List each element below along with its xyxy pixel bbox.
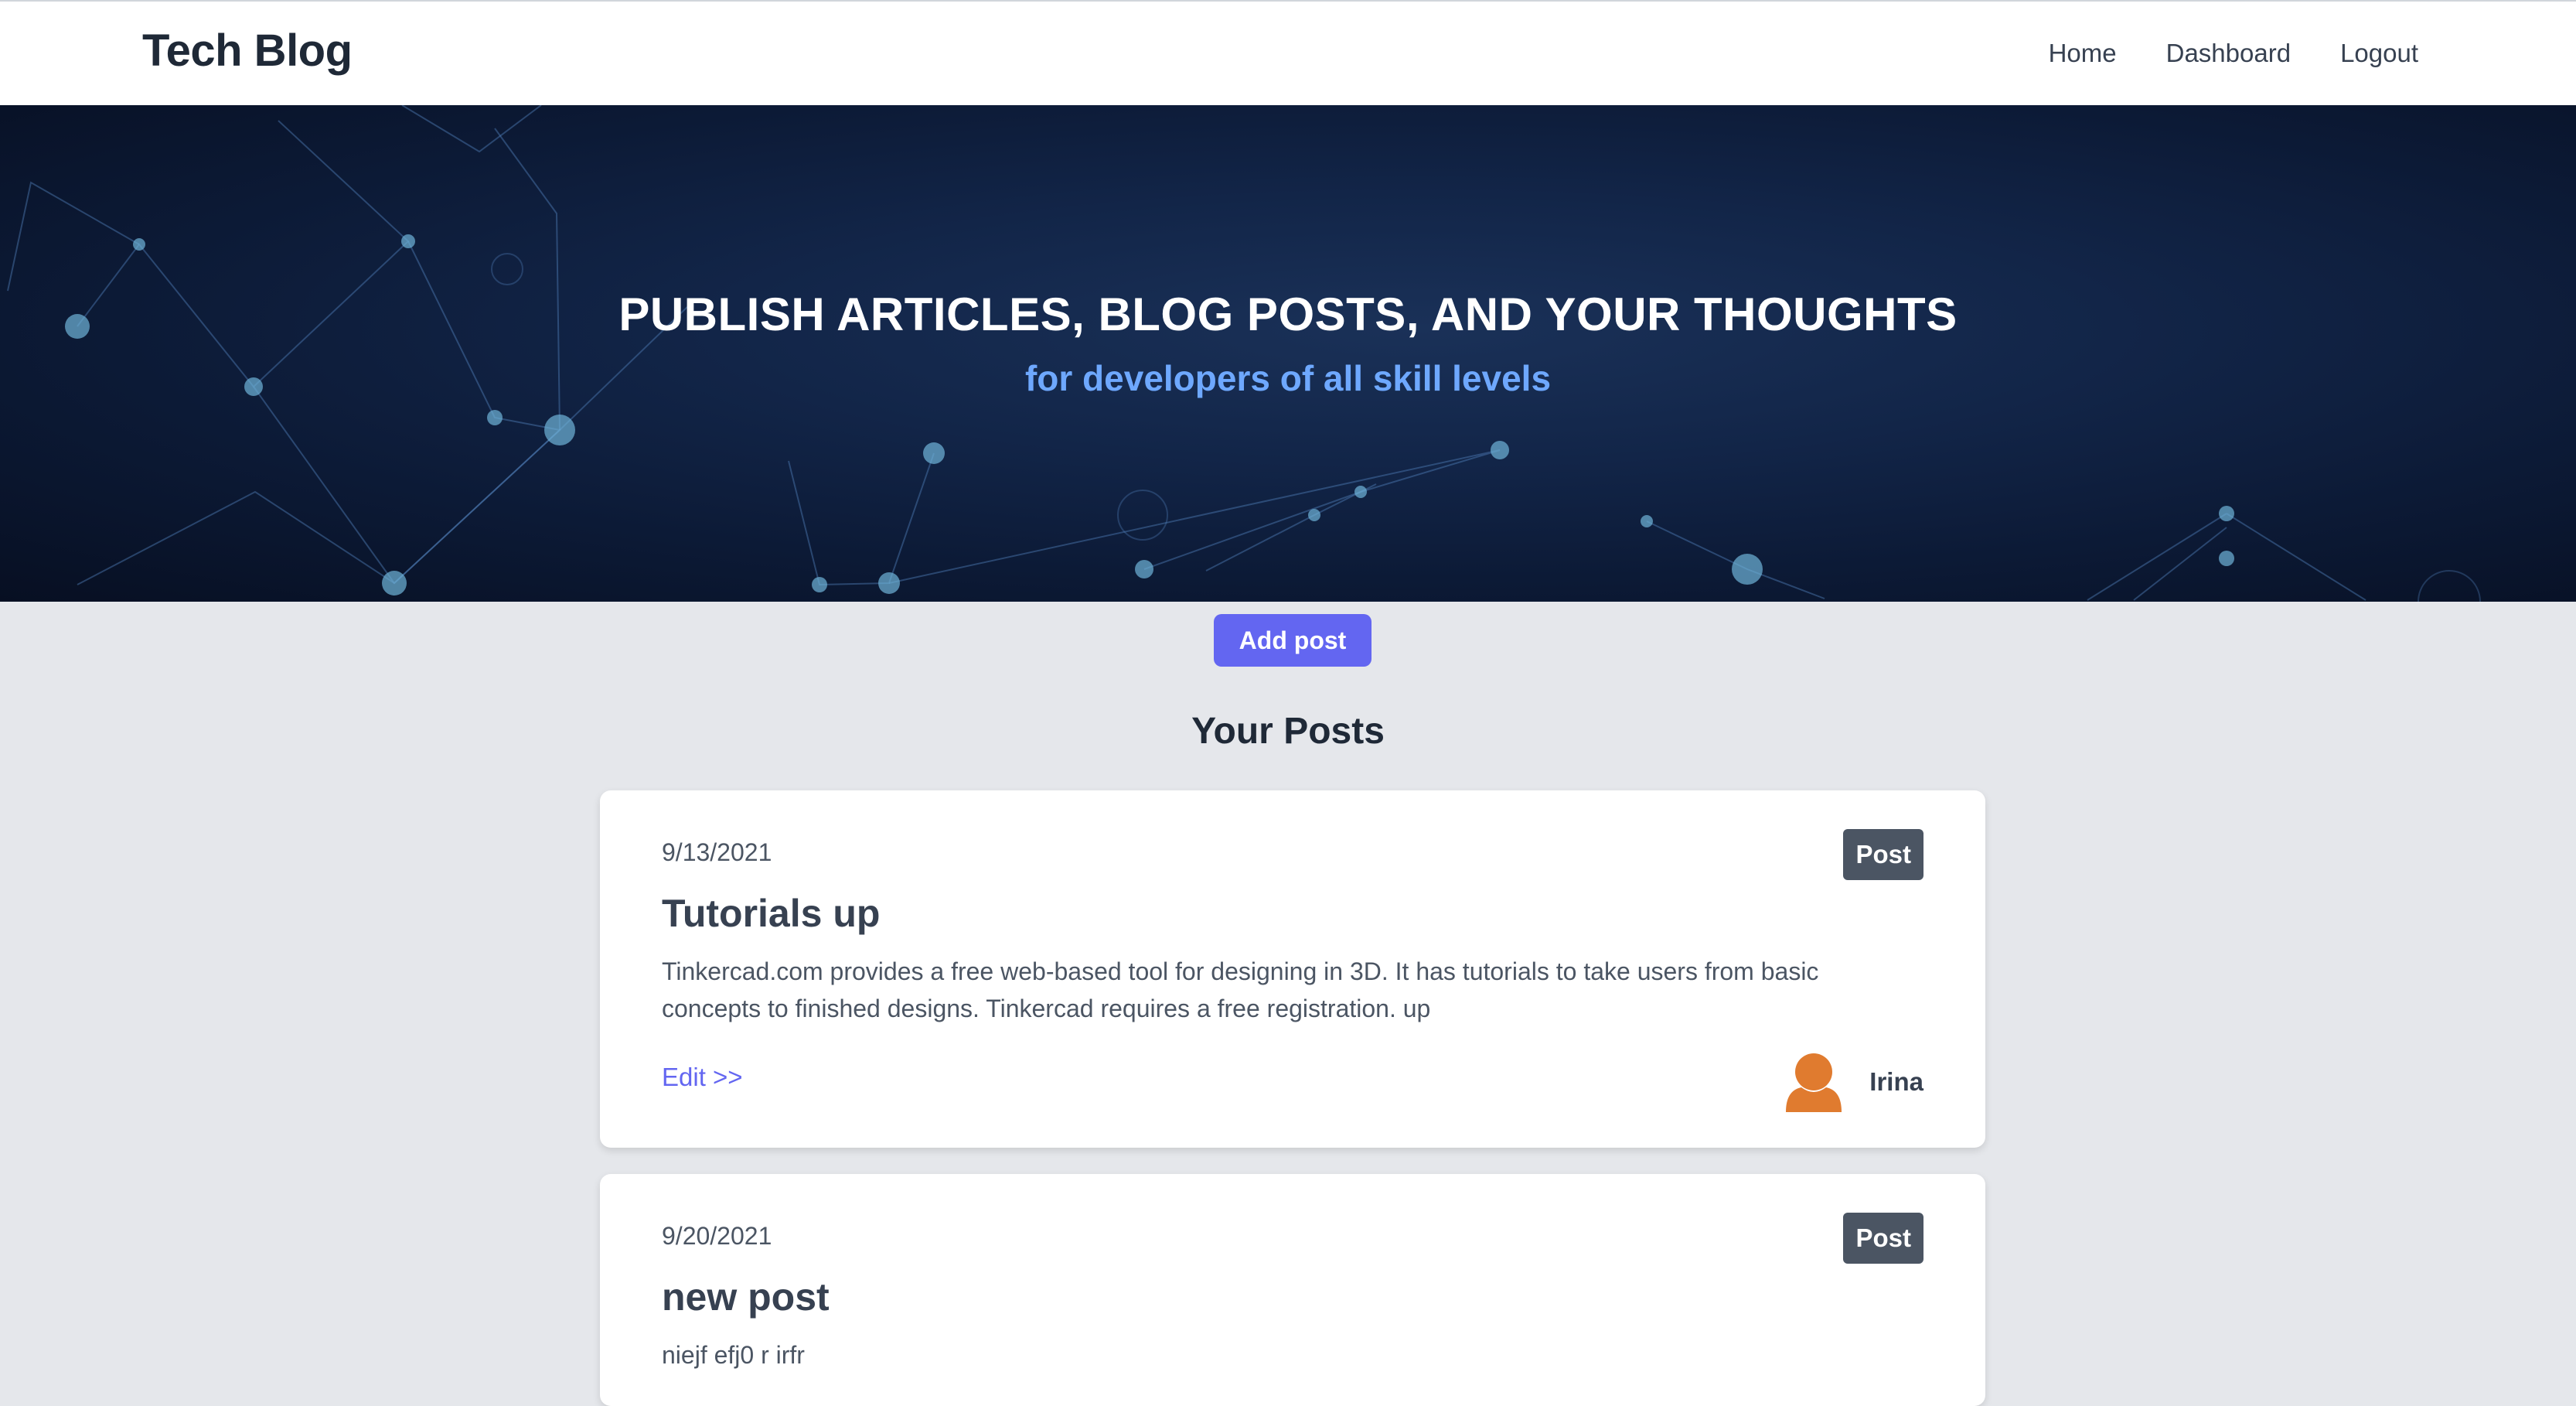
author-name: Irina — [1869, 1067, 1923, 1096]
user-avatar-icon — [1786, 1053, 1842, 1112]
hero-title: PUBLISH ARTICLES, BLOG POSTS, AND YOUR T… — [618, 288, 1958, 340]
add-post-button[interactable]: Add post — [1214, 614, 1371, 667]
nav-home-link[interactable]: Home — [2049, 39, 2117, 68]
site-brand[interactable]: Tech Blog — [142, 25, 353, 77]
section-title: Your Posts — [1191, 711, 1385, 752]
post-title[interactable]: new post — [662, 1275, 830, 1319]
post-title[interactable]: Tutorials up — [662, 891, 880, 936]
post-body: Tinkercad.com provides a free web-based … — [662, 957, 1819, 1022]
network-background-graphic — [7, 105, 2481, 602]
post-type-badge: Post — [1843, 1213, 1923, 1264]
edit-post-link[interactable]: Edit >> — [662, 1063, 743, 1092]
post-card: 9/13/2021 Post Tutorials up Tinkercad.co… — [600, 790, 1985, 1148]
post-date: 9/13/2021 — [662, 838, 772, 866]
hero-banner: PUBLISH ARTICLES, BLOG POSTS, AND YOUR T… — [0, 105, 2576, 602]
nav-logout-link[interactable]: Logout — [2340, 39, 2418, 68]
post-author: Irina — [1786, 1052, 1923, 1112]
post-type-badge: Post — [1843, 829, 1923, 880]
post-card: 9/20/2021 Post new post niejf efj0 r irf… — [600, 1174, 1985, 1406]
post-date: 9/20/2021 — [662, 1222, 772, 1250]
nav-links: Home Dashboard Logout — [2049, 39, 2418, 68]
post-body: niejf efj0 r irfr — [662, 1341, 805, 1369]
hero-subtitle: for developers of all skill levels — [1024, 358, 1552, 398]
navbar: Tech Blog Home Dashboard Logout — [0, 0, 2576, 105]
nav-dashboard-link[interactable]: Dashboard — [2166, 39, 2291, 68]
